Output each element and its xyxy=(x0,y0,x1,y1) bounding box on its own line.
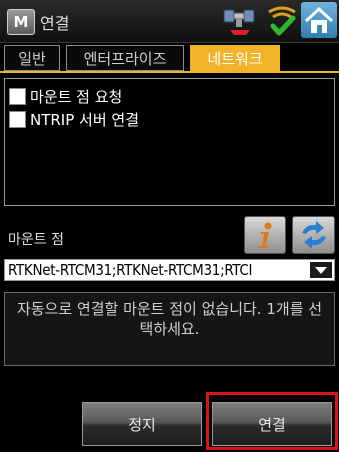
signal-check-icon[interactable] xyxy=(265,4,299,38)
stop-button[interactable]: 정지 xyxy=(82,402,202,446)
dropdown-arrow-icon[interactable] xyxy=(310,262,332,278)
window-title: 연결 xyxy=(40,14,70,33)
ntrip-server-label: NTRIP 서버 연결 xyxy=(30,110,140,129)
tab-bar: 일반 엔터프라이즈 네트워크 xyxy=(0,45,339,71)
mount-point-label: 마운트 점 xyxy=(8,232,64,248)
mount-point-select[interactable]: RTKNet-RTCM31;RTKNet-RTCM31;RTCI xyxy=(4,259,335,281)
home-button[interactable] xyxy=(301,2,337,38)
app-menu-icon[interactable]: M xyxy=(7,9,35,35)
mount-point-select-value: RTKNet-RTCM31;RTKNet-RTCM31;RTCI xyxy=(8,261,253,279)
tab-general[interactable]: 일반 xyxy=(4,45,60,71)
status-message: 자동으로 연결할 마운트 점이 없습니다. 1개를 선택하세요. xyxy=(4,292,335,366)
tab-enterprise[interactable]: 엔터프라이즈 xyxy=(66,45,184,71)
refresh-icon xyxy=(301,221,326,249)
tab-underline xyxy=(0,71,339,73)
options-panel: 마운트 점 요청 NTRIP 서버 연결 xyxy=(4,78,335,206)
connect-highlight xyxy=(206,392,338,450)
info-icon xyxy=(258,222,272,248)
tab-network[interactable]: 네트워크 xyxy=(190,45,280,71)
request-mount-point-label: 마운트 점 요청 xyxy=(30,87,123,106)
ntrip-server-option[interactable]: NTRIP 서버 연결 xyxy=(9,108,139,130)
info-button[interactable] xyxy=(244,216,286,254)
request-mount-point-checkbox[interactable] xyxy=(9,87,26,105)
home-icon xyxy=(304,6,334,33)
request-mount-point-option[interactable]: 마운트 점 요청 xyxy=(9,85,122,107)
ntrip-server-checkbox[interactable] xyxy=(9,110,26,128)
satellite-icon[interactable] xyxy=(222,4,258,38)
refresh-button[interactable] xyxy=(292,216,335,254)
title-bar: M 연결 xyxy=(0,0,339,43)
